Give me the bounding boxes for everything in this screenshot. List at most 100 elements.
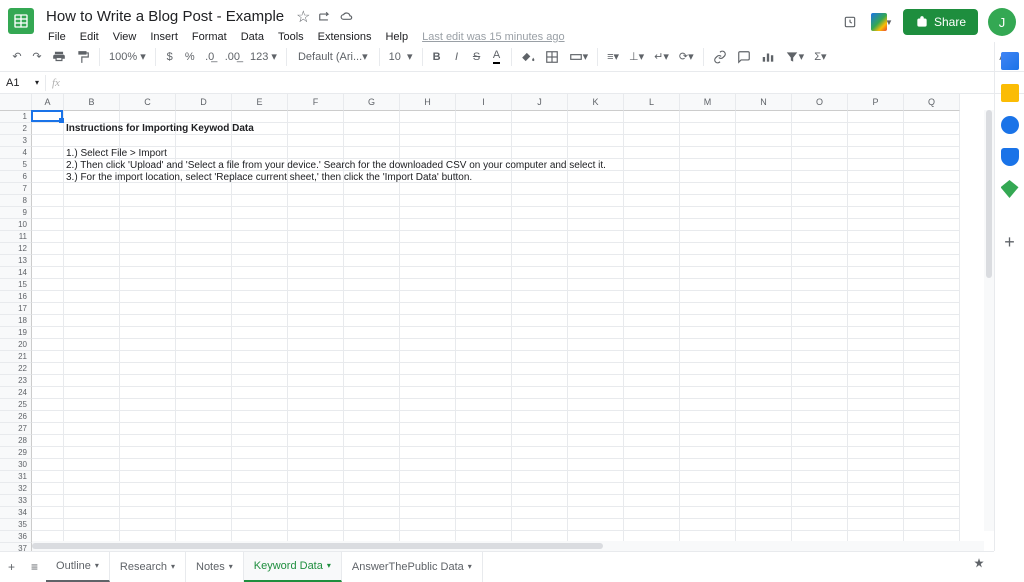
bold-button[interactable]: B bbox=[428, 46, 446, 68]
document-title[interactable]: How to Write a Blog Post - Example bbox=[42, 6, 288, 27]
currency-button[interactable]: $ bbox=[161, 46, 179, 68]
row-header-2[interactable]: 2 bbox=[0, 123, 32, 135]
sheet-tab-answerthepublic-data[interactable]: AnswerThePublic Data▾ bbox=[342, 552, 483, 582]
row-header-4[interactable]: 4 bbox=[0, 147, 32, 159]
increase-decimal-button[interactable]: .00̲ bbox=[221, 46, 244, 68]
sheet-tab-outline[interactable]: Outline▾ bbox=[46, 552, 110, 582]
col-header-G[interactable]: G bbox=[344, 94, 400, 111]
row-header-18[interactable]: 18 bbox=[0, 315, 32, 327]
row-header-37[interactable]: 37 bbox=[0, 543, 32, 551]
row-header-28[interactable]: 28 bbox=[0, 435, 32, 447]
strikethrough-button[interactable]: S bbox=[468, 46, 486, 68]
account-avatar[interactable]: J bbox=[988, 8, 1016, 36]
col-header-M[interactable]: M bbox=[680, 94, 736, 111]
rotate-button[interactable]: ⟳▾ bbox=[675, 46, 698, 68]
add-sheet-button[interactable]: + bbox=[0, 552, 23, 582]
row-header-7[interactable]: 7 bbox=[0, 183, 32, 195]
menu-insert[interactable]: Insert bbox=[144, 29, 184, 45]
share-button[interactable]: Share bbox=[903, 9, 978, 35]
contacts-icon[interactable] bbox=[1001, 148, 1019, 166]
row-header-20[interactable]: 20 bbox=[0, 339, 32, 351]
font-select[interactable]: Default (Ari...▾ bbox=[292, 48, 374, 65]
col-header-H[interactable]: H bbox=[400, 94, 456, 111]
row-header-29[interactable]: 29 bbox=[0, 447, 32, 459]
star-icon[interactable]: ☆ bbox=[296, 10, 310, 24]
row-header-8[interactable]: 8 bbox=[0, 195, 32, 207]
maps-icon[interactable] bbox=[1001, 180, 1019, 198]
meet-icon[interactable]: ▼ bbox=[871, 11, 893, 33]
paint-format-icon[interactable] bbox=[72, 46, 94, 68]
col-header-Q[interactable]: Q bbox=[904, 94, 960, 111]
col-header-I[interactable]: I bbox=[456, 94, 512, 111]
col-header-N[interactable]: N bbox=[736, 94, 792, 111]
menu-edit[interactable]: Edit bbox=[74, 29, 105, 45]
row-header-33[interactable]: 33 bbox=[0, 495, 32, 507]
menu-view[interactable]: View bbox=[107, 29, 143, 45]
row-header-24[interactable]: 24 bbox=[0, 387, 32, 399]
row-header-12[interactable]: 12 bbox=[0, 243, 32, 255]
horizontal-scrollbar[interactable] bbox=[32, 541, 984, 551]
redo-icon[interactable]: ↷ bbox=[28, 46, 46, 68]
row-header-5[interactable]: 5 bbox=[0, 159, 32, 171]
menu-tools[interactable]: Tools bbox=[272, 29, 310, 45]
col-header-K[interactable]: K bbox=[568, 94, 624, 111]
chart-icon[interactable] bbox=[757, 46, 779, 68]
keep-icon[interactable] bbox=[1001, 84, 1019, 102]
row-header-21[interactable]: 21 bbox=[0, 351, 32, 363]
text-color-button[interactable]: A bbox=[488, 46, 506, 68]
calendar-icon[interactable] bbox=[1001, 52, 1019, 70]
explore-button[interactable] bbox=[964, 557, 994, 576]
row-header-1[interactable]: 1 bbox=[0, 111, 32, 123]
link-icon[interactable] bbox=[709, 46, 731, 68]
row-header-27[interactable]: 27 bbox=[0, 423, 32, 435]
row-header-14[interactable]: 14 bbox=[0, 267, 32, 279]
borders-button[interactable] bbox=[541, 46, 563, 68]
row-header-10[interactable]: 10 bbox=[0, 219, 32, 231]
col-header-C[interactable]: C bbox=[120, 94, 176, 111]
fill-color-button[interactable] bbox=[517, 46, 539, 68]
row-header-30[interactable]: 30 bbox=[0, 459, 32, 471]
wrap-button[interactable]: ↵▾ bbox=[650, 46, 673, 68]
zoom-select[interactable]: 100% ▾ bbox=[105, 48, 150, 65]
row-header-6[interactable]: 6 bbox=[0, 171, 32, 183]
addons-plus-icon[interactable]: + bbox=[1004, 232, 1015, 253]
row-header-35[interactable]: 35 bbox=[0, 519, 32, 531]
tasks-icon[interactable] bbox=[1001, 116, 1019, 134]
row-header-31[interactable]: 31 bbox=[0, 471, 32, 483]
italic-button[interactable]: I bbox=[448, 46, 466, 68]
merge-button[interactable]: ▾ bbox=[565, 46, 593, 68]
menu-format[interactable]: Format bbox=[186, 29, 233, 45]
row-header-13[interactable]: 13 bbox=[0, 255, 32, 267]
v-align-button[interactable]: ⊥▾ bbox=[625, 46, 648, 68]
col-header-F[interactable]: F bbox=[288, 94, 344, 111]
menu-extensions[interactable]: Extensions bbox=[312, 29, 378, 45]
print-icon[interactable] bbox=[48, 46, 70, 68]
row-header-26[interactable]: 26 bbox=[0, 411, 32, 423]
number-format-select[interactable]: 123 ▾ bbox=[246, 48, 281, 65]
col-header-D[interactable]: D bbox=[176, 94, 232, 111]
col-header-A[interactable]: A bbox=[32, 94, 64, 111]
row-header-3[interactable]: 3 bbox=[0, 135, 32, 147]
row-header-32[interactable]: 32 bbox=[0, 483, 32, 495]
row-header-23[interactable]: 23 bbox=[0, 375, 32, 387]
row-header-17[interactable]: 17 bbox=[0, 303, 32, 315]
select-all-corner[interactable] bbox=[0, 94, 32, 111]
comment-icon[interactable] bbox=[733, 46, 755, 68]
undo-icon[interactable]: ↶ bbox=[8, 46, 26, 68]
menu-data[interactable]: Data bbox=[235, 29, 270, 45]
move-icon[interactable] bbox=[318, 10, 332, 24]
row-header-15[interactable]: 15 bbox=[0, 279, 32, 291]
percent-button[interactable]: % bbox=[181, 46, 199, 68]
col-header-J[interactable]: J bbox=[512, 94, 568, 111]
last-edit-link[interactable]: Last edit was 15 minutes ago bbox=[422, 31, 564, 43]
row-header-9[interactable]: 9 bbox=[0, 207, 32, 219]
decrease-decimal-button[interactable]: .0̲ bbox=[201, 46, 219, 68]
col-header-L[interactable]: L bbox=[624, 94, 680, 111]
row-header-19[interactable]: 19 bbox=[0, 327, 32, 339]
spreadsheet-grid[interactable]: ABCDEFGHIJKLMNOPQ 1234567891011121314151… bbox=[0, 94, 994, 551]
row-header-34[interactable]: 34 bbox=[0, 507, 32, 519]
col-header-P[interactable]: P bbox=[848, 94, 904, 111]
row-header-16[interactable]: 16 bbox=[0, 291, 32, 303]
row-header-11[interactable]: 11 bbox=[0, 231, 32, 243]
all-sheets-button[interactable]: ≡ bbox=[23, 552, 46, 582]
